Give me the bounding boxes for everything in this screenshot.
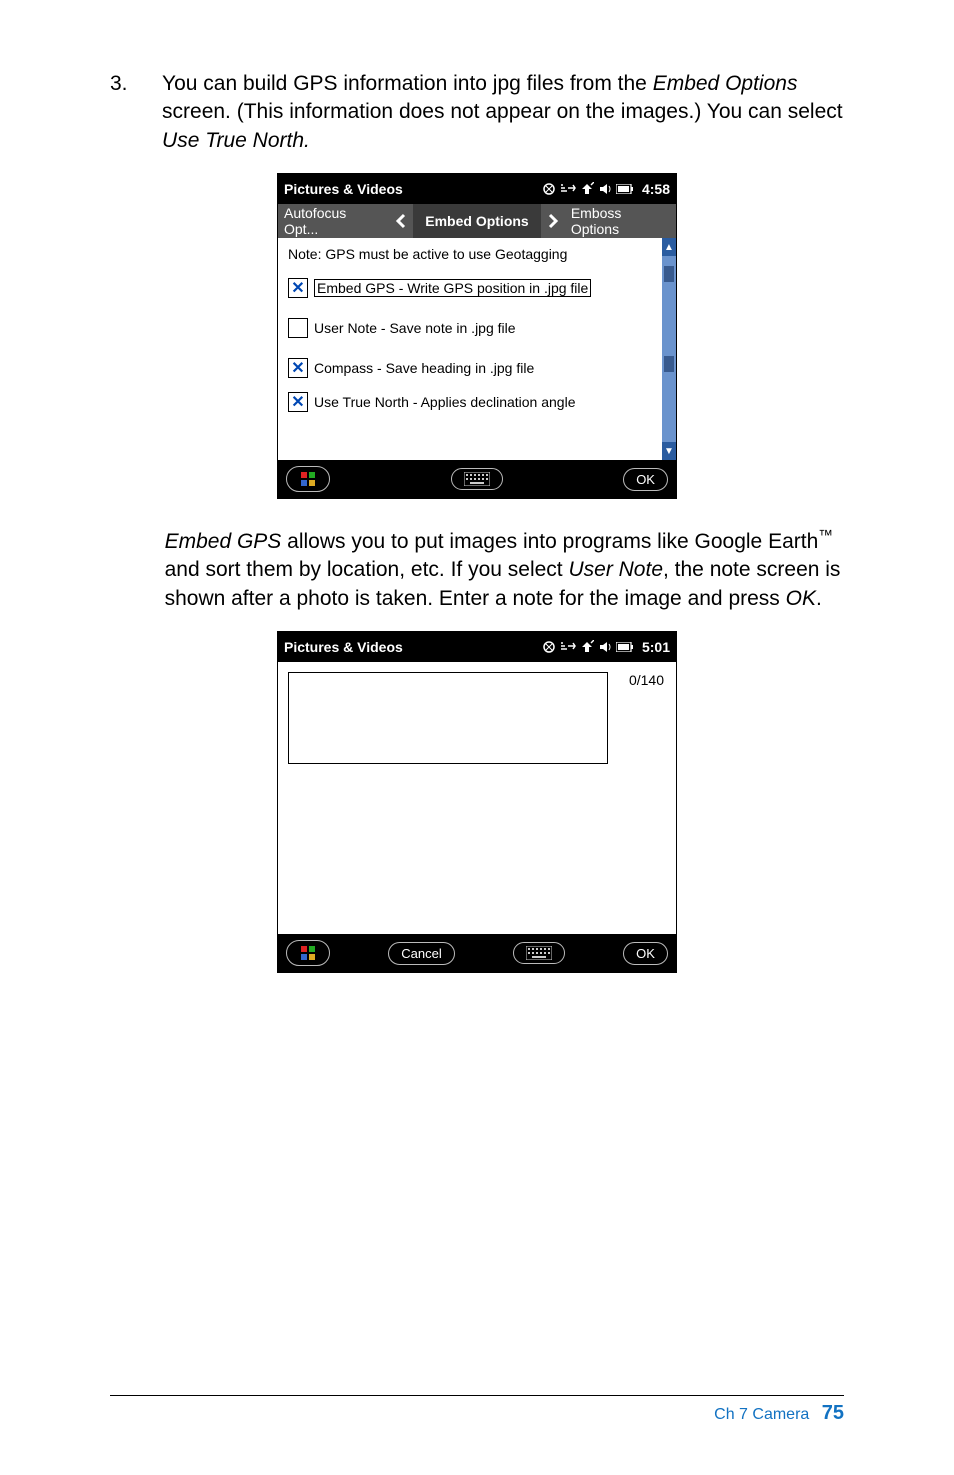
app-title-2: Pictures & Videos — [284, 639, 542, 655]
t3: screen. (This information does not appea… — [162, 100, 843, 123]
status-icons: 4:58 — [542, 181, 670, 197]
char-count: 0/140 — [629, 672, 664, 688]
trademark-icon: ™ — [818, 528, 833, 544]
step-number: 3. — [110, 70, 156, 98]
start-button-2[interactable] — [286, 940, 330, 966]
flag-icon — [299, 944, 317, 962]
keyboard-icon — [526, 946, 552, 960]
keyboard-button[interactable] — [451, 468, 503, 490]
status-time-2: 5:01 — [642, 639, 670, 655]
mp-f: OK — [786, 587, 816, 610]
volume-icon — [598, 640, 612, 654]
ok-label: OK — [636, 472, 655, 487]
bottom-bar-2: Cancel OK — [278, 934, 676, 972]
mp-a: Embed GPS — [165, 530, 282, 553]
battery-icon — [616, 642, 634, 652]
signal-icon — [580, 640, 594, 654]
sync-icon — [542, 182, 556, 196]
start-button[interactable] — [286, 466, 330, 492]
page-footer: Ch 7 Camera 75 — [110, 1395, 844, 1425]
status-bar-2: Pictures & Videos 5:01 — [278, 632, 676, 662]
tab-next[interactable]: Emboss Options — [565, 204, 676, 238]
t2: Embed Options — [653, 72, 798, 95]
tab-next-label: Emboss Options — [571, 205, 670, 237]
wifi-icon — [560, 182, 576, 196]
step-3: 3. You can build GPS information into jp… — [110, 70, 844, 155]
chevron-right-icon — [547, 213, 559, 229]
screenshot-embed-options: Pictures & Videos 4:58 Autofocus Opt... … — [277, 173, 677, 499]
checkbox-compass[interactable]: ✕ — [288, 358, 308, 378]
cancel-label: Cancel — [401, 946, 441, 961]
cancel-button[interactable]: Cancel — [388, 942, 454, 965]
checkbox-true-north[interactable]: ✕ — [288, 392, 308, 412]
mp-b: allows you to put images into programs l… — [281, 530, 818, 553]
status-time: 4:58 — [642, 181, 670, 197]
keyboard-button-2[interactable] — [513, 942, 565, 964]
scrollbar[interactable]: ▲ ▼ — [662, 238, 676, 460]
tab-current-label: Embed Options — [425, 213, 528, 229]
label-true-north: Use True North - Applies declination ang… — [314, 394, 575, 410]
status-bar: Pictures & Videos 4:58 — [278, 174, 676, 204]
scroll-marker-mid — [664, 356, 674, 372]
flag-icon — [299, 470, 317, 488]
screenshot-user-note: Pictures & Videos 5:01 0/140 Cancel OK — [277, 631, 677, 973]
step-text: You can build GPS information into jpg f… — [162, 70, 844, 155]
scroll-marker-top — [664, 266, 674, 282]
keyboard-icon — [464, 472, 490, 486]
ok-button-2[interactable]: OK — [623, 942, 668, 965]
chapter-label: Ch 7 Camera — [714, 1406, 809, 1423]
tab-arrow-right[interactable] — [541, 204, 565, 238]
tab-prev[interactable]: Autofocus Opt... — [278, 204, 389, 238]
note-area: 0/140 — [278, 662, 676, 934]
t4: Use True North. — [162, 129, 310, 152]
signal-icon — [580, 182, 594, 196]
option-true-north[interactable]: ✕ Use True North - Applies declination a… — [278, 388, 662, 416]
battery-icon — [616, 184, 634, 194]
tab-prev-label: Autofocus Opt... — [284, 205, 383, 237]
scroll-down-icon[interactable]: ▼ — [662, 442, 676, 460]
option-user-note[interactable]: User Note - Save note in .jpg file — [278, 308, 662, 348]
mp-c: and sort them by location, etc. If you s… — [165, 558, 569, 581]
option-embed-gps[interactable]: ✕ Embed GPS - Write GPS position in .jpg… — [278, 268, 662, 308]
chevron-left-icon — [395, 213, 407, 229]
mp-g: . — [816, 587, 822, 610]
bottom-bar: OK — [278, 460, 676, 498]
label-embed-gps: Embed GPS - Write GPS position in .jpg f… — [314, 279, 591, 297]
app-title: Pictures & Videos — [284, 181, 542, 197]
tab-arrow-left[interactable] — [389, 204, 413, 238]
option-compass[interactable]: ✕ Compass - Save heading in .jpg file — [278, 348, 662, 388]
t1: You can build GPS information into jpg f… — [162, 72, 653, 95]
options-area: Note: GPS must be active to use Geotaggi… — [278, 238, 676, 460]
embed-gps-para: Embed GPS allows you to put images into … — [165, 527, 844, 613]
scroll-up-icon[interactable]: ▲ — [662, 238, 676, 256]
tab-bar: Autofocus Opt... Embed Options Emboss Op… — [278, 204, 676, 238]
geotag-note: Note: GPS must be active to use Geotaggi… — [278, 238, 662, 268]
volume-icon — [598, 182, 612, 196]
page-number: 75 — [822, 1402, 844, 1424]
note-textbox[interactable] — [288, 672, 608, 764]
wifi-icon — [560, 640, 576, 654]
label-compass: Compass - Save heading in .jpg file — [314, 360, 534, 376]
checkbox-user-note[interactable] — [288, 318, 308, 338]
sync-icon — [542, 640, 556, 654]
checkbox-embed-gps[interactable]: ✕ — [288, 278, 308, 298]
scroll-track[interactable] — [662, 256, 676, 442]
tab-current[interactable]: Embed Options — [413, 204, 541, 238]
label-user-note: User Note - Save note in .jpg file — [314, 320, 516, 336]
ok-label-2: OK — [636, 946, 655, 961]
status-icons-2: 5:01 — [542, 639, 670, 655]
mp-d: User Note — [568, 558, 663, 581]
ok-button[interactable]: OK — [623, 468, 668, 491]
